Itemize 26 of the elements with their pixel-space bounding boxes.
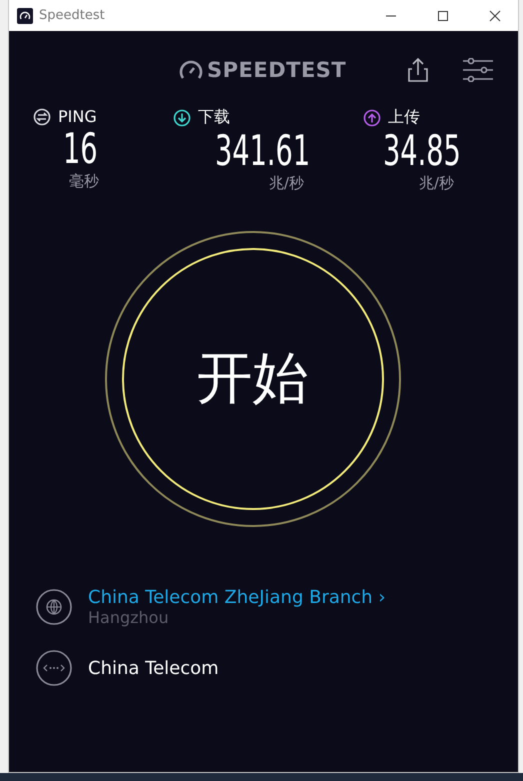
metric-label: 下载 — [198, 107, 230, 128]
window-title: Speedtest — [39, 8, 106, 23]
start-button[interactable]: 开始 — [122, 248, 384, 510]
download-icon — [173, 108, 191, 126]
metric-unit: 毫秒 — [69, 172, 99, 191]
server-location: Hangzhou — [88, 608, 170, 627]
provider-name: China Telecom — [88, 658, 219, 678]
close-icon — [489, 10, 501, 22]
connection-icon — [35, 649, 73, 687]
metric-unit: 兆/秒 — [419, 174, 454, 193]
metric-label: 上传 — [388, 107, 420, 128]
settings-icon[interactable] — [462, 58, 494, 82]
upload-icon — [363, 108, 381, 126]
maximize-icon — [437, 10, 449, 22]
gauge-icon — [179, 59, 203, 81]
metric-label: PING — [58, 107, 97, 126]
speedtest-logo: SPEEDTEST — [207, 58, 346, 82]
globe-icon — [35, 588, 73, 626]
server-link[interactable]: China Telecom ZheJiang Branch › — [88, 587, 386, 608]
metric-value: 16 — [63, 126, 98, 172]
metric-unit: 兆/秒 — [269, 174, 304, 193]
metric-value: 341.61 — [215, 128, 310, 174]
share-icon[interactable] — [407, 57, 430, 83]
ping-icon — [33, 108, 51, 126]
metric-value: 34.85 — [383, 128, 461, 174]
gauge-icon — [17, 8, 33, 24]
